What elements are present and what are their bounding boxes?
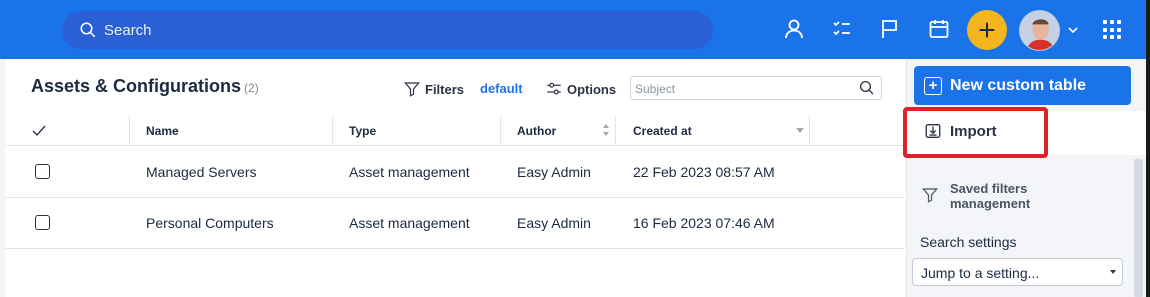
table-header: Name Type Author Created at — [5, 116, 905, 146]
cell-name[interactable]: Managed Servers — [146, 164, 257, 180]
column-header-created[interactable]: Created at — [633, 116, 692, 146]
column-header-name[interactable]: Name — [146, 116, 179, 146]
cell-type: Asset management — [349, 164, 470, 180]
sidebar: + New custom table Import Saved filters … — [903, 59, 1146, 297]
cell-name[interactable]: Personal Computers — [146, 215, 274, 231]
cell-type: Asset management — [349, 215, 470, 231]
sort-icon[interactable] — [602, 122, 610, 138]
dropdown-caret-icon — [1110, 270, 1116, 274]
row-checkbox[interactable] — [35, 215, 50, 230]
search-settings-label: Search settings — [920, 234, 1017, 250]
column-separator — [129, 116, 130, 146]
filter-icon — [403, 82, 421, 97]
saved-filters-link[interactable]: Saved filters management — [950, 181, 1070, 211]
avatar[interactable] — [1019, 10, 1060, 51]
result-count: (2) — [244, 81, 259, 95]
filters-label: Filters — [425, 81, 465, 97]
search-input[interactable]: Search — [62, 11, 713, 49]
tasks-icon[interactable] — [830, 17, 854, 41]
cell-created: 16 Feb 2023 07:46 AM — [633, 215, 775, 231]
cell-author: Easy Admin — [517, 164, 591, 180]
subject-placeholder: Subject — [635, 82, 676, 96]
row-checkbox[interactable] — [35, 164, 50, 179]
chevron-down-icon[interactable] — [1066, 24, 1080, 36]
sidebar-scrollbar[interactable] — [1134, 159, 1143, 297]
highlight-box — [903, 107, 1048, 158]
filters-button[interactable]: Filters — [403, 80, 464, 98]
subject-search-field[interactable]: Subject — [630, 76, 882, 100]
column-separator — [615, 116, 616, 146]
sliders-icon — [547, 82, 561, 95]
top-bar: Search — [0, 0, 1146, 59]
apps-grid-icon[interactable] — [1103, 20, 1123, 40]
search-icon[interactable] — [858, 79, 876, 97]
plus-icon — [979, 22, 995, 38]
new-custom-table-label: New custom table — [950, 76, 1087, 94]
cell-author: Easy Admin — [517, 215, 591, 231]
jump-to-setting-select[interactable]: Jump to a setting... — [912, 258, 1123, 286]
column-separator — [809, 116, 810, 146]
plus-square-icon: + — [924, 76, 942, 95]
new-custom-table-button[interactable]: + New custom table — [914, 66, 1131, 105]
flag-icon[interactable] — [878, 17, 902, 41]
search-placeholder: Search — [104, 21, 152, 39]
search-icon — [80, 22, 96, 38]
filter-icon — [921, 188, 939, 203]
page-title-text: Assets & Configurations — [31, 76, 242, 96]
page-title: Assets & Configurations (2) — [31, 76, 259, 97]
options-button[interactable]: Options — [545, 80, 616, 98]
table-row[interactable]: Managed Servers Asset management Easy Ad… — [5, 147, 905, 198]
app-window: Search Assets & Configurations (2) Filte… — [0, 0, 1146, 297]
quick-add-button[interactable] — [967, 10, 1007, 50]
options-label: Options — [567, 81, 617, 97]
column-separator — [332, 116, 333, 146]
calendar-icon[interactable] — [927, 17, 951, 41]
main-content: Assets & Configurations (2) Filters defau… — [5, 59, 905, 297]
default-filter-link[interactable]: default — [480, 81, 523, 96]
user-icon[interactable] — [782, 17, 806, 41]
column-header-type[interactable]: Type — [349, 116, 376, 146]
sort-desc-icon[interactable] — [796, 128, 804, 134]
jump-select-value: Jump to a setting... — [921, 265, 1040, 281]
cell-created: 22 Feb 2023 08:57 AM — [633, 164, 775, 180]
column-header-author[interactable]: Author — [517, 116, 556, 146]
select-all-check-icon[interactable] — [31, 123, 47, 139]
table-row[interactable]: Personal Computers Asset management Easy… — [5, 198, 905, 249]
column-separator — [500, 116, 501, 146]
